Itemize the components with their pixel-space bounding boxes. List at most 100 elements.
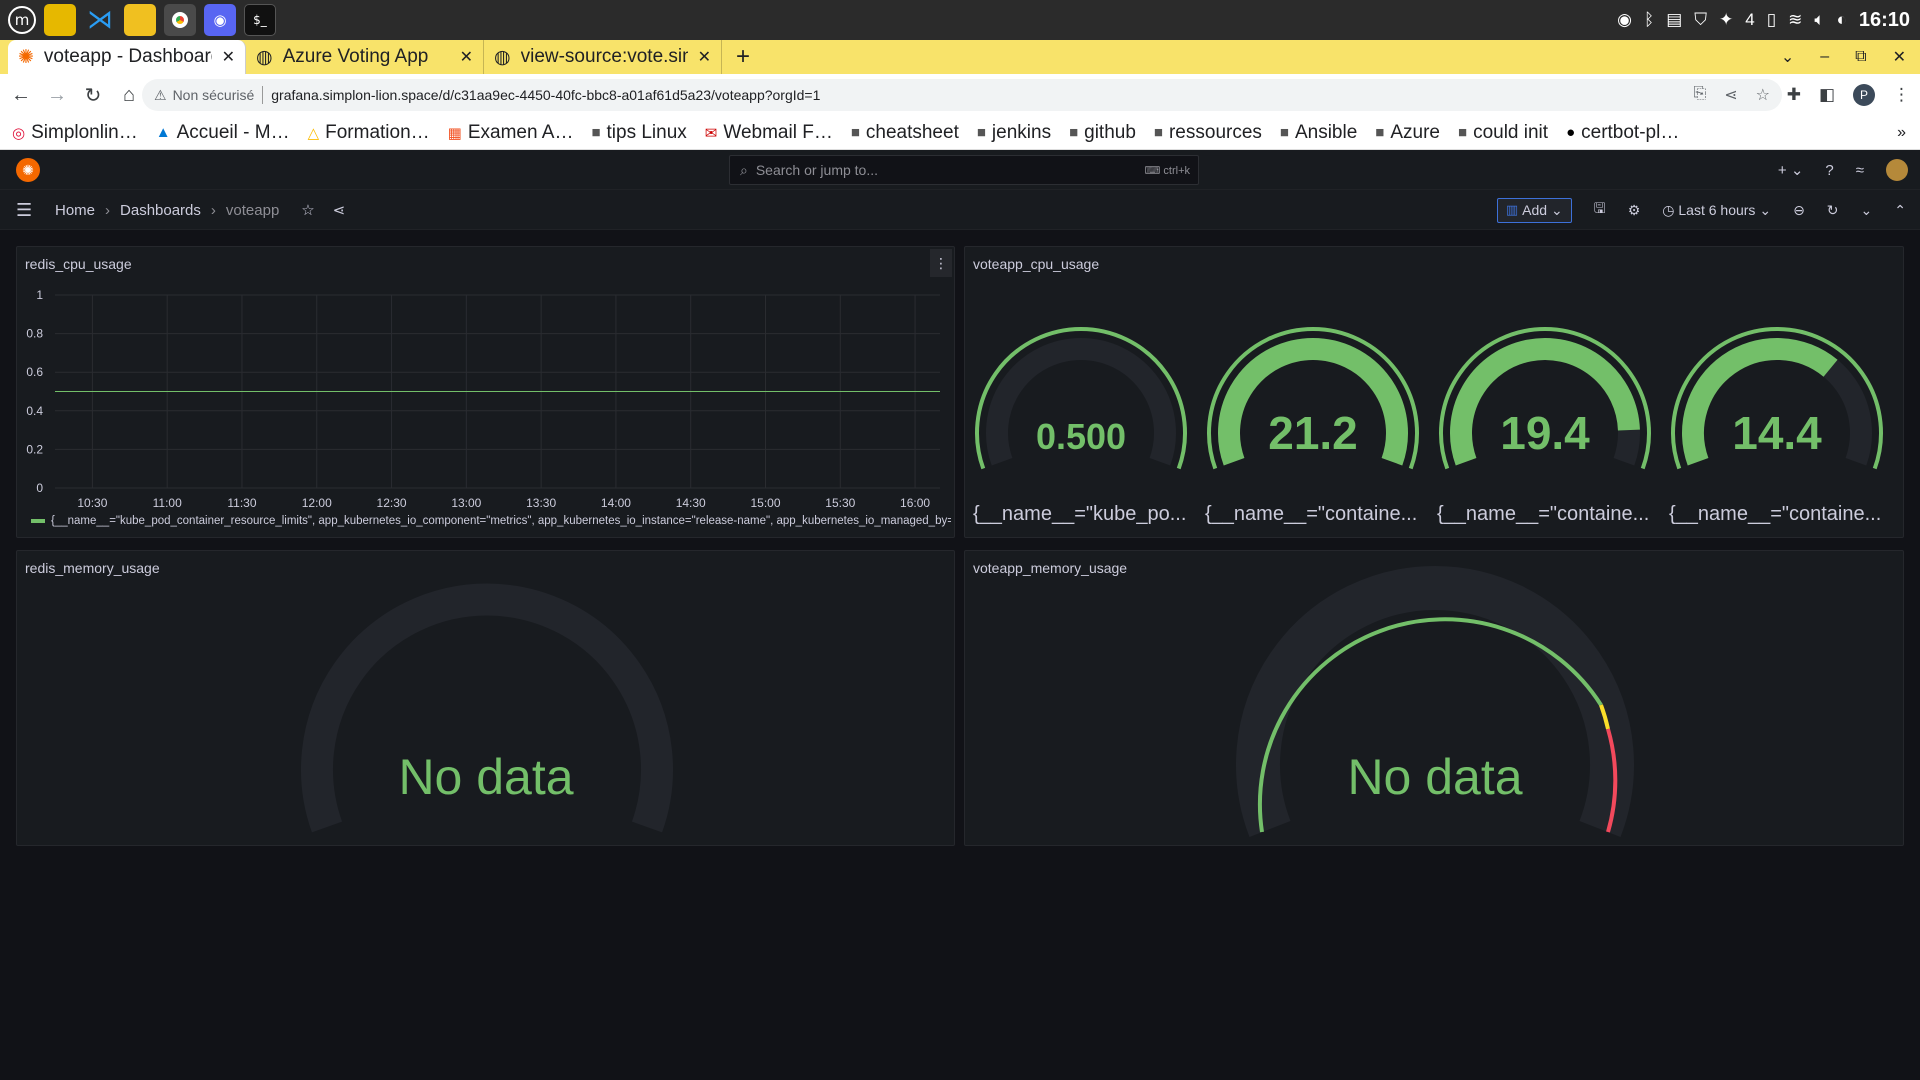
keyboard-shortcut: ⌨ ctrl+k (1144, 164, 1190, 177)
wifi-icon[interactable]: ≋ (1788, 10, 1802, 30)
close-window-icon[interactable]: ✕ (1893, 47, 1906, 67)
more-menu-icon[interactable]: ⋮ (1893, 85, 1910, 105)
terminal-icon[interactable]: $_ (244, 4, 276, 36)
bookmark-item[interactable]: ● certbot-pl… (1566, 122, 1679, 144)
panel-voteapp-memory-usage[interactable]: voteapp_memory_usage No data (964, 550, 1904, 846)
translate-icon[interactable]: ⎘ (1693, 85, 1706, 105)
refresh-interval-chevron-icon[interactable]: ⌄ (1861, 202, 1873, 219)
extensions-icon[interactable]: ✚ (1787, 85, 1801, 105)
breadcrumb-dashboards[interactable]: Dashboards (120, 202, 201, 219)
new-tab-button[interactable]: + (722, 40, 764, 74)
tab-azure-voting-app[interactable]: ◍ Azure Voting App ✕ (246, 40, 484, 74)
maximize-icon[interactable]: ⧉ (1855, 48, 1866, 66)
bookmarks-bar: ◎ Simplonlin… ▲ Accueil - M… △ Formation… ▦… (0, 116, 1920, 150)
reload-icon[interactable]: ↻ (78, 83, 108, 108)
time-series-chart[interactable]: 0 0.2 0.4 0.6 0.8 1 10:30 11:00 11:30 12:00 12:30 1… (17, 247, 956, 539)
panel-redis-memory-usage[interactable]: redis_memory_usage No data (16, 550, 955, 846)
bookmark-item[interactable]: △ Formation… (308, 122, 430, 144)
bookmark-item[interactable]: ▲ Accueil - M… (156, 122, 290, 144)
save-icon[interactable]: 🖫︎ (1594, 198, 1606, 222)
back-icon[interactable]: ← (6, 84, 36, 107)
bookmark-folder[interactable]: ■ Azure (1375, 122, 1440, 144)
gauge-group: 0.500 21.2 19.4 14.4 (975, 327, 1883, 470)
bookmark-folder[interactable]: ■ tips Linux (591, 122, 686, 144)
refresh-icon[interactable]: ↻ (1827, 202, 1839, 219)
clipboard-icon[interactable]: ▤ (1666, 10, 1682, 30)
panel-voteapp-cpu-usage[interactable]: voteapp_cpu_usage 0.500 21.2 19.4 14.4 {__n… (964, 246, 1904, 538)
tab-search-icon[interactable]: ⌄ (1781, 47, 1794, 67)
grafana-logo-icon[interactable]: ✺ (16, 158, 40, 182)
add-button[interactable]: ▥ Add ⌄ (1496, 197, 1572, 223)
folder-icon[interactable] (124, 4, 156, 36)
hamburger-menu-icon[interactable]: ☰ (16, 200, 32, 221)
news-feed-icon[interactable]: ≈ (1856, 162, 1864, 179)
bookmark-item[interactable]: ◎ Simplonlin… (12, 122, 138, 144)
forward-icon[interactable]: → (42, 84, 72, 107)
share-icon[interactable]: ⋖ (333, 201, 346, 219)
microsoft-icon: ▦ (447, 124, 462, 142)
breadcrumb-home[interactable]: Home (55, 202, 95, 219)
home-icon[interactable]: ⌂ (114, 84, 144, 107)
grafana-topbar: ✺ ⌕ Search or jump to... ⌨ ctrl+k + ⌄ ? … (0, 150, 1920, 190)
url-text[interactable]: grafana.simplon-lion.space/d/c31aa9ec-44… (271, 87, 820, 103)
zoom-out-icon[interactable]: ⊖ (1793, 202, 1805, 219)
panel-redis-cpu-usage[interactable]: redis_cpu_usage ⋮ 0 0.2 0.4 0.6 0.8 1 10:30 11:… (16, 246, 955, 538)
browser-tabbar: ✺ voteapp - Dashboard ✕ ◍ Azure Voting A… (0, 40, 1920, 74)
tab-voteapp-dashboard[interactable]: ✺ voteapp - Dashboard ✕ (8, 40, 246, 74)
help-icon[interactable]: ? (1825, 162, 1833, 179)
shield-icon[interactable]: ⛉ (1694, 10, 1707, 30)
bookmark-item[interactable]: ✉ Webmail F… (705, 122, 833, 144)
y-tick-label: 0.4 (26, 404, 43, 418)
volume-icon[interactable]: 🔈︎ (1814, 10, 1824, 30)
bluetooth-icon[interactable]: ᛒ (1644, 10, 1654, 30)
mint-menu-icon[interactable]: m (8, 6, 36, 34)
folder-icon: ■ (850, 124, 860, 141)
close-icon[interactable]: ✕ (222, 47, 235, 67)
x-tick-label: 12:30 (377, 496, 407, 510)
bookmark-label: Azure (1390, 121, 1440, 143)
discord-tray-icon[interactable]: ◉ (1617, 10, 1632, 30)
bookmark-label: Ansible (1294, 121, 1358, 143)
battery-icon[interactable]: ▯ (1767, 10, 1776, 30)
profile-avatar[interactable]: P (1853, 84, 1875, 106)
clock[interactable]: 16:10 (1859, 9, 1910, 32)
bookmark-folder[interactable]: ■ could init (1458, 122, 1548, 144)
warning-icon[interactable]: ⚠ (154, 87, 167, 104)
minimize-icon[interactable]: – (1820, 48, 1829, 66)
gauge-value: 14.4 (1732, 407, 1822, 459)
bookmark-folder[interactable]: ■ ressources (1154, 122, 1262, 144)
chrome-icon[interactable] (164, 4, 196, 36)
discord-icon[interactable]: ◉ (204, 4, 236, 36)
file-manager-icon[interactable] (44, 4, 76, 36)
bookmark-label: Webmail F… (723, 121, 833, 143)
time-range-picker[interactable]: ◷ Last 6 hours ⌄ (1662, 202, 1771, 219)
chart-legend[interactable]: {__name__="kube_pod_container_resource_l… (31, 515, 951, 527)
search-input[interactable]: ⌕ Search or jump to... ⌨ ctrl+k (729, 155, 1199, 185)
dashboard-toolbar: ☰ Home › Dashboards › voteapp ☆ ⋖ ▥ Add ⌄… (0, 190, 1920, 230)
bookmark-folder[interactable]: ■ jenkins (977, 122, 1051, 144)
y-tick-label: 1 (36, 288, 43, 302)
bookmark-folder[interactable]: ■ Ansible (1280, 122, 1357, 144)
collapse-toolbar-icon[interactable]: ⌃ (1894, 202, 1906, 219)
close-icon[interactable]: ✕ (460, 47, 473, 67)
bookmark-star-icon[interactable]: ☆ (1756, 85, 1770, 105)
bookmark-folder[interactable]: ■ github (1069, 122, 1136, 144)
bookmark-folder[interactable]: ■ cheatsheet (851, 122, 959, 144)
more-bookmarks-icon[interactable]: » (1897, 124, 1906, 142)
security-label[interactable]: Non sécurisé (173, 87, 255, 103)
bookmark-label: ressources (1168, 121, 1262, 143)
share-icon[interactable]: ⋖ (1724, 85, 1737, 105)
side-panel-icon[interactable]: ◧ (1819, 85, 1835, 105)
folder-icon: ■ (591, 124, 601, 141)
omnibox[interactable]: ⚠ Non sécurisé grafana.simplon-lion.spac… (142, 79, 1782, 111)
vscode-icon[interactable]: ⋊ (84, 4, 116, 36)
dark-mode-icon[interactable]: ◐ (1837, 10, 1847, 30)
user-avatar[interactable] (1886, 159, 1908, 181)
star-icon[interactable]: ☆ (301, 201, 314, 219)
tab-view-source[interactable]: ◍ view-source:vote.sim ✕ (484, 40, 722, 74)
close-icon[interactable]: ✕ (698, 47, 711, 67)
new-menu-button[interactable]: + ⌄ (1778, 161, 1804, 179)
settings-gear-icon[interactable]: ⚙ (1628, 202, 1641, 219)
notifications-icon[interactable]: ✦ (1719, 10, 1733, 30)
bookmark-item[interactable]: ▦ Examen A… (448, 122, 574, 144)
